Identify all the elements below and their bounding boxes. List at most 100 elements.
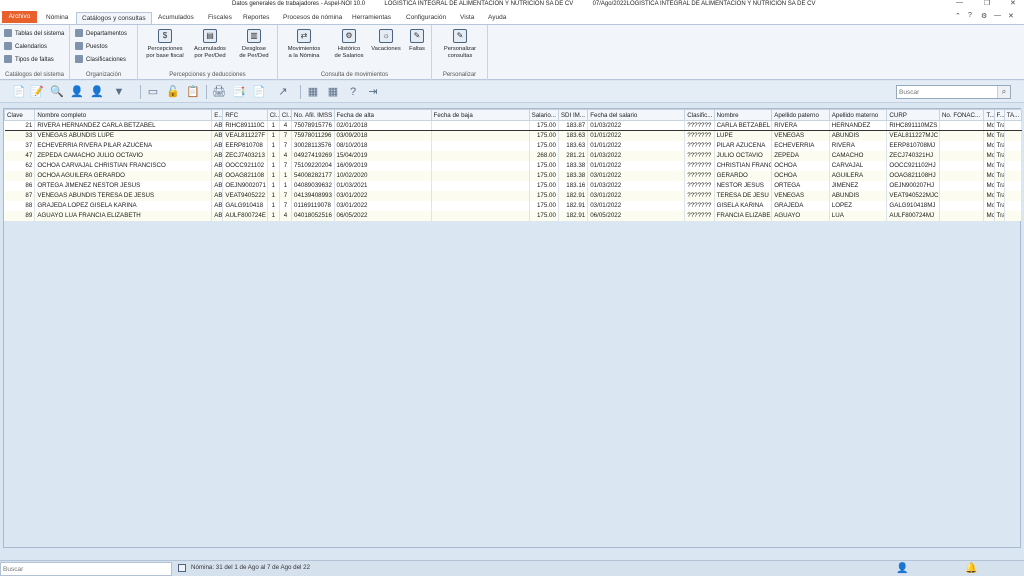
tab-nomina[interactable]: Nómina — [46, 12, 68, 24]
historico-de-salarios-button[interactable]: ⚙ Histórico de Salarios — [330, 29, 368, 60]
bottom-search-input[interactable] — [1, 563, 169, 575]
copy-icon[interactable]: 📑 — [232, 85, 246, 99]
query-icon[interactable]: 🔍 — [50, 85, 64, 99]
table-cell — [431, 150, 530, 161]
table-row[interactable]: 33 VENEGAS ABUNDIS LUPE AB VEAL811227F 1 7 759… — [4, 130, 1023, 141]
minimize-icon[interactable]: — — [956, 0, 963, 6]
movimientos-a-la-nomina-button[interactable]: ⇄ Movimientos a la Nómina — [282, 29, 326, 60]
unlock-icon[interactable]: 🔓 — [166, 85, 180, 99]
column-header[interactable]: CURP — [886, 109, 940, 121]
table-cell: 175.00 — [529, 130, 559, 141]
departamentos-button[interactable]: Departamentos — [75, 28, 127, 40]
tab-herramientas[interactable]: Herramientas — [352, 12, 391, 24]
exit-icon[interactable]: ⇥ — [366, 85, 380, 99]
column-header[interactable]: Apellido materno — [828, 109, 888, 121]
table-cell: RIHC891110C — [222, 120, 268, 131]
grid-icon[interactable]: ▦ — [306, 85, 320, 99]
help-icon[interactable]: ? — [968, 12, 972, 19]
column-header[interactable]: No. Afil. IMSS — [291, 109, 335, 121]
table-cell: AB — [211, 140, 224, 151]
filter-icon[interactable]: ▼ — [112, 85, 126, 99]
vacaciones-button[interactable]: ☼ Vacaciones — [368, 29, 404, 53]
tab-catalogos-y-consultas[interactable]: Catálogos y consultas — [76, 12, 152, 24]
table-row[interactable]: 87 VENEGAS ABUNDIS TERESA DE JESUS AB VEAT9… — [4, 190, 1023, 201]
table-row[interactable]: 62 OCHOA CARVAJAL CHRISTIAN FRANCISCO AB OO… — [4, 160, 1023, 171]
column-header[interactable]: SDI IM... — [557, 109, 589, 121]
toolbar-separator — [300, 85, 301, 99]
table-cell: 03/01/2022 — [334, 190, 432, 201]
column-header[interactable]: F... — [993, 109, 1005, 121]
clipboard-icon[interactable]: 📋 — [186, 85, 200, 99]
table-cell — [939, 140, 985, 151]
column-header[interactable]: Fecha de baja — [430, 109, 530, 121]
table-row[interactable]: 89 AGUAYO LUA FRANCIA ELIZABETH AB AULF8007… — [4, 210, 1023, 221]
table-row[interactable]: 21 RIVERA HERNANDEZ CARLA BETZABEL AB RIHC8… — [4, 120, 1023, 131]
tab-fiscales[interactable]: Fiscales — [208, 12, 232, 24]
table-cell: AB — [211, 160, 224, 171]
faltas-button[interactable]: ✎ Faltas — [404, 29, 430, 53]
calendarios-button[interactable]: Calendarios — [4, 41, 47, 53]
column-header[interactable]: Clasific... — [684, 109, 715, 121]
puestos-button[interactable]: Puestos — [75, 41, 108, 53]
employee-icon[interactable]: 👤 — [70, 85, 84, 99]
percepciones-por-base-fiscal-button[interactable]: $ Percepciones por base fiscal — [144, 29, 186, 60]
column-header[interactable]: Cl... — [266, 109, 280, 121]
search-input[interactable] — [897, 86, 995, 98]
tipos-de-faltas-button[interactable]: Tipos de faltas — [4, 54, 54, 66]
grid-settings-icon[interactable]: ▦ — [326, 85, 340, 99]
column-header[interactable]: Fecha del salario — [587, 109, 686, 121]
new-document-icon[interactable]: 📄 — [12, 85, 26, 99]
clasificaciones-button[interactable]: Clasificaciones — [75, 54, 126, 66]
table-row[interactable]: 80 OCHOA AGUILERA GERARDO AB OOAG821108 1 1 54… — [4, 170, 1023, 181]
puestos-label: Puestos — [86, 44, 108, 50]
table-row[interactable]: 37 ECHEVERRIA RIVERA PILAR AZUCENA AB EERP8… — [4, 140, 1023, 151]
column-header[interactable]: Nombre completo — [34, 109, 213, 121]
tab-acumulados[interactable]: Acumulados — [158, 12, 194, 24]
close-icon[interactable]: ✕ — [1010, 0, 1016, 7]
tablas-del-sistema-button[interactable]: Tablas del sistema — [4, 28, 64, 40]
column-header[interactable]: Fecha de alta — [333, 109, 432, 121]
column-header[interactable]: T... — [983, 109, 995, 121]
column-header[interactable]: TA... — [1003, 109, 1023, 121]
export-icon[interactable]: ↗ — [276, 85, 290, 99]
column-header[interactable]: No. FONAC... — [938, 109, 985, 121]
user-icon[interactable]: 👤 — [896, 563, 908, 574]
table-row[interactable]: 86 ORTEGA JIMENEZ NESTOR JESUS AB OEJN90020… — [4, 180, 1023, 191]
search-icon[interactable]: ⌕ — [997, 86, 1010, 98]
personalizar-consultas-button[interactable]: ✎ Personalizar consultas — [436, 29, 484, 60]
tab-vista[interactable]: Vista — [460, 12, 474, 24]
column-header[interactable]: Apellido paterno — [771, 109, 830, 121]
table-cell: 30028113576 — [291, 140, 335, 151]
column-header[interactable]: RFC — [222, 109, 268, 121]
tab-configuracion[interactable]: Configuración — [406, 12, 446, 24]
table-cell: OCHOA — [771, 170, 830, 181]
column-header[interactable]: Clave — [3, 109, 36, 121]
column-header[interactable]: E... — [211, 109, 224, 121]
ribbon-collapse-icon[interactable]: ⌃ — [955, 12, 961, 20]
help-circle-icon[interactable]: ? — [346, 85, 360, 99]
column-header[interactable]: Salario... — [528, 109, 559, 121]
tab-ayuda[interactable]: Ayuda — [488, 12, 506, 24]
tab-reportes[interactable]: Reportes — [243, 12, 269, 24]
table-row[interactable]: 88 GRAJEDA LOPEZ GISELA KARINA AB GALG91041… — [4, 200, 1023, 211]
edit-document-icon[interactable]: 📝 — [30, 85, 44, 99]
tab-archivo[interactable]: Archivo — [2, 11, 37, 23]
desglose-de-perded-button[interactable]: ▥ Desglose de Per/Ded — [234, 29, 274, 60]
column-header[interactable]: Nombre — [713, 109, 773, 121]
column-header[interactable]: Cl... — [278, 109, 293, 121]
doc-minimize-icon[interactable]: — — [994, 12, 1001, 19]
paste-icon[interactable]: 📄 — [252, 85, 266, 99]
acumulados-por-perded-button[interactable]: ▤ Acumulados por Per/Ded — [190, 29, 230, 60]
print-icon[interactable]: 🖨 — [212, 85, 226, 99]
remove-employee-icon[interactable]: 👤 — [90, 85, 104, 99]
table-cell: AB — [211, 210, 224, 221]
restore-icon[interactable]: ❐ — [984, 0, 990, 7]
table-cell — [1004, 160, 1023, 171]
table-cell — [939, 130, 985, 141]
id-card-icon[interactable]: ▭ — [146, 85, 160, 99]
settings-icon[interactable]: ⚙ — [981, 12, 987, 20]
tab-procesos-de-nomina[interactable]: Procesos de nómina — [283, 12, 342, 24]
bell-icon[interactable]: 🔔 — [965, 563, 977, 574]
table-row[interactable]: 47 ZEPEDA CAMACHO JULIO OCTAVIO AB ZECJ7403… — [4, 150, 1023, 161]
doc-close-icon[interactable]: ✕ — [1008, 12, 1014, 20]
